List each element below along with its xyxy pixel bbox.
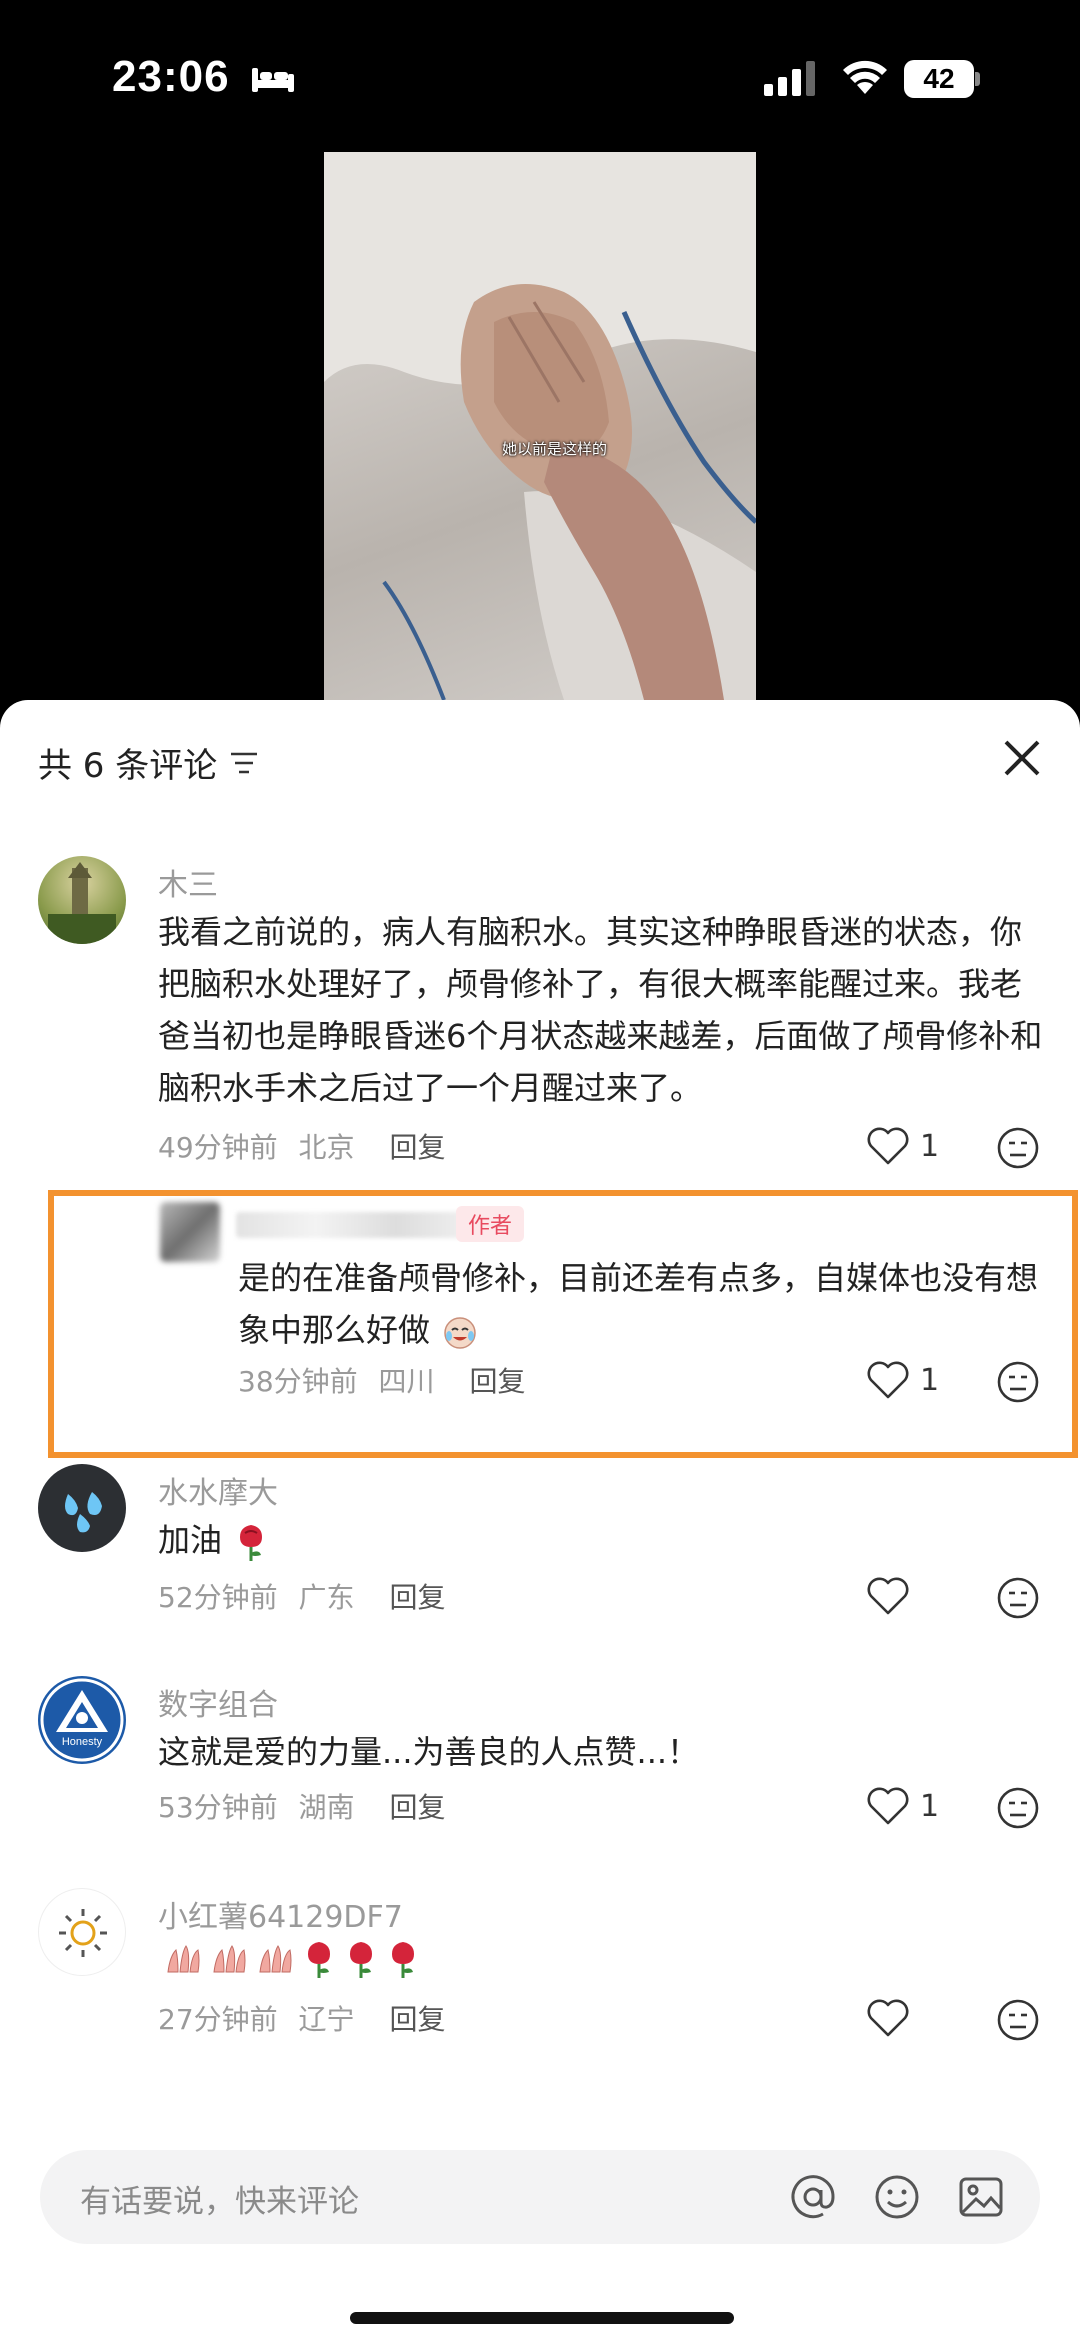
praying-hands-emoji-icon (167, 1945, 200, 1973)
comment-text-body: 是的在准备颅骨修补，目前还差有点多，自媒体也没有想象中那么好做 (238, 1259, 1039, 1349)
filter-icon[interactable] (229, 750, 259, 776)
like-button[interactable]: 1 (866, 1126, 939, 1166)
video-caption: 她以前是这样的 (502, 440, 608, 458)
status-time: 23:06 (112, 52, 230, 101)
comment-meta: 38分钟前 四川 回复 (238, 1360, 525, 1400)
comment-meta: 49分钟前 北京 回复 (158, 1126, 445, 1166)
heart-icon (867, 1787, 909, 1825)
comment-text: 加油 (158, 1514, 1038, 1566)
comment-location: 辽宁 (298, 2003, 355, 2036)
reply-button[interactable]: 回复 (389, 1126, 445, 1166)
reaction-face-icon[interactable] (996, 1126, 1040, 1170)
comment-text-body: 加油 (158, 1521, 223, 1559)
comment-sheet: 共 6 条评论 木三 我看之前说的，病人有脑积水。其实这种睁眼昏迷的状态，你把脑… (0, 700, 1080, 2346)
like-button[interactable] (866, 1576, 920, 1616)
comment-meta: 53分钟前 湖南 回复 (158, 1786, 445, 1826)
like-button[interactable] (866, 1998, 920, 2038)
heart-icon (867, 1577, 909, 1615)
comment-time: 52分钟前 (158, 1581, 278, 1614)
reply-button[interactable]: 回复 (389, 1576, 445, 1616)
blurred-username (236, 1212, 476, 1238)
crying-laugh-emoji-icon (444, 1317, 476, 1349)
blurred-avatar[interactable] (160, 1202, 220, 1262)
comment-username[interactable]: 小红薯64129DF7 (158, 1892, 403, 1936)
comment-time: 38分钟前 (238, 1365, 358, 1398)
reaction-face-icon[interactable] (996, 1360, 1040, 1404)
comment-meta: 27分钟前 辽宁 回复 (158, 1998, 445, 2038)
comment-input-placeholder: 有话要说，快来评论 (80, 2184, 359, 2220)
comment-username[interactable]: 数字组合 (158, 1680, 278, 1724)
sleep-focus-icon (252, 68, 294, 92)
comment-time: 49分钟前 (158, 1131, 278, 1164)
image-icon[interactable] (956, 2172, 1006, 2222)
rose-emoji-icon (308, 1942, 330, 1978)
praying-hands-emoji-icon (213, 1945, 246, 1973)
author-tag-wrapper: 作者 (456, 1206, 525, 1242)
comment-location: 北京 (298, 1131, 355, 1164)
comment-count-header[interactable]: 共 6 条评论 (38, 738, 259, 787)
praying-hands-emoji-icon (259, 1945, 292, 1973)
comment-username[interactable]: 水水摩大 (158, 1468, 278, 1512)
like-count: 1 (920, 1128, 940, 1164)
comment-username[interactable]: 木三 (158, 860, 218, 904)
rose-emoji-icon (350, 1942, 372, 1978)
comment-meta: 52分钟前 广东 回复 (158, 1576, 445, 1616)
avatar[interactable]: Honesty (38, 1676, 126, 1764)
comment-input[interactable]: 有话要说，快来评论 (40, 2150, 1040, 2244)
video-frame-image (324, 152, 756, 700)
rose-emoji-icon (392, 1942, 414, 1978)
heart-icon (867, 1999, 909, 2037)
emoji-icon[interactable] (872, 2172, 922, 2222)
like-count: 1 (920, 1788, 940, 1824)
comment-count-title: 共 6 条评论 (38, 746, 218, 786)
battery-tip (975, 72, 980, 86)
rose-emoji-icon (240, 1525, 263, 1561)
wifi-icon (843, 60, 887, 94)
like-count: 1 (920, 1362, 940, 1398)
reply-button[interactable]: 回复 (389, 1998, 445, 2038)
author-tag: 作者 (456, 1206, 525, 1242)
comment-text: 我看之前说的，病人有脑积水。其实这种睁眼昏迷的状态，你把脑积水处理好了，颅骨修补… (158, 913, 1043, 1107)
heart-icon (867, 1361, 909, 1399)
comment-emoji-row (158, 1938, 1038, 1980)
comment-time: 53分钟前 (158, 1791, 278, 1824)
battery-indicator: 42 (904, 60, 980, 98)
reaction-face-icon[interactable] (996, 1786, 1040, 1830)
battery-level: 42 (904, 60, 974, 98)
comment-text: 这就是爱的力量...为善良的人点赞...！ (158, 1733, 700, 1771)
reaction-face-icon[interactable] (996, 1998, 1040, 2042)
avatar[interactable] (38, 1888, 126, 1976)
comment-time: 27分钟前 (158, 2003, 278, 2036)
mention-icon[interactable] (788, 2172, 838, 2222)
reaction-face-icon[interactable] (996, 1576, 1040, 1620)
comment-text: 是的在准备颅骨修补，目前还差有点多，自媒体也没有想象中那么好做 (238, 1252, 1038, 1356)
comment-location: 广东 (298, 1581, 355, 1614)
like-button[interactable]: 1 (866, 1360, 939, 1400)
home-indicator[interactable] (350, 2312, 734, 2324)
avatar[interactable] (38, 856, 126, 944)
reply-button[interactable]: 回复 (469, 1360, 525, 1400)
reply-button[interactable]: 回复 (389, 1786, 445, 1826)
close-icon[interactable] (1000, 736, 1044, 780)
heart-icon (867, 1127, 909, 1165)
comment-location: 四川 (378, 1365, 435, 1398)
avatar-text: Honesty (61, 1736, 103, 1748)
comment-location: 湖南 (298, 1791, 355, 1824)
video-player[interactable]: 她以前是这样的 (324, 152, 756, 700)
avatar[interactable] (38, 1464, 126, 1552)
status-bar: 23:06 42 (0, 0, 1080, 150)
cellular-signal-icon (764, 61, 815, 96)
like-button[interactable]: 1 (866, 1786, 939, 1826)
